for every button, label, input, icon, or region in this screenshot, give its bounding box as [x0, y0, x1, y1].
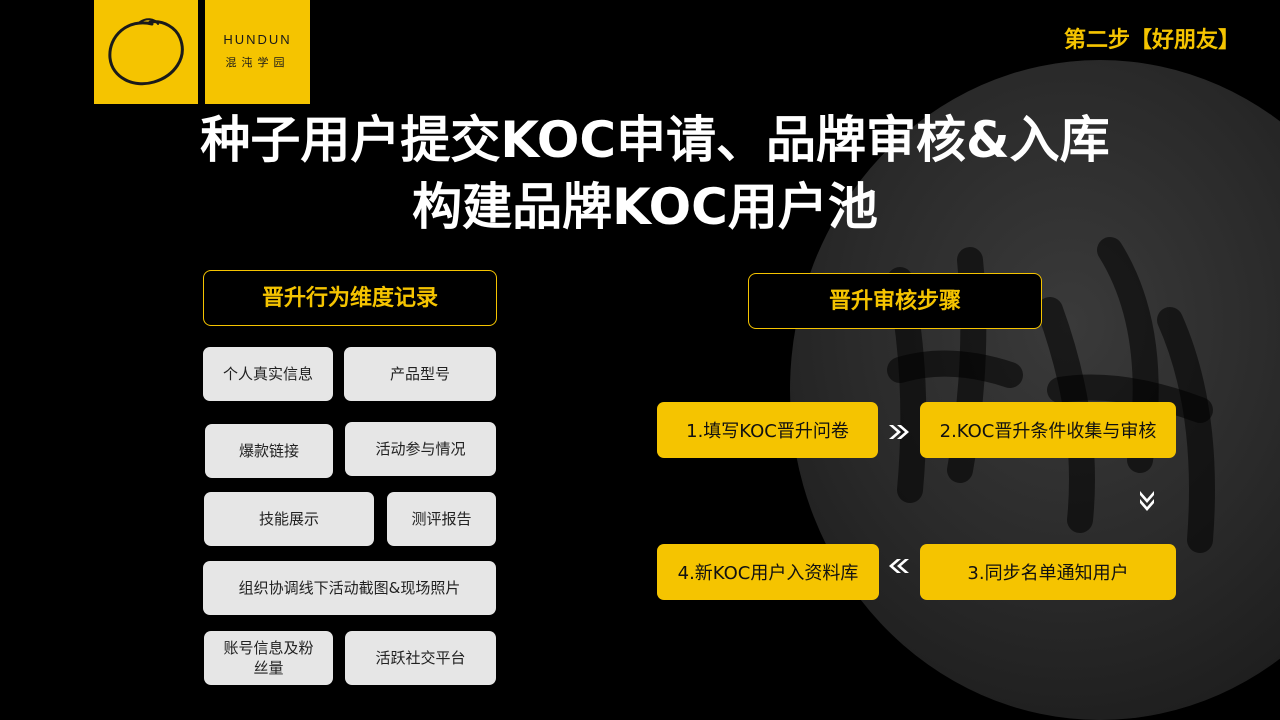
process-step-1: 1.填写KOC晋升问卷 [657, 402, 878, 458]
enso-circle-icon [108, 18, 184, 86]
dimension-chip: 账号信息及粉丝量 [204, 631, 333, 685]
dimension-chip: 爆款链接 [205, 424, 333, 478]
logo-text-en: HUNDUN [223, 32, 292, 47]
slide: HUNDUN 混沌学园 第二步【好朋友】 种子用户提交KOC申请、品牌审核&入库… [0, 0, 1280, 720]
left-section-header: 晋升行为维度记录 [203, 270, 497, 326]
process-step-4: 4.新KOC用户入资料库 [657, 544, 879, 600]
double-chevron-left-icon [889, 559, 909, 573]
dimension-chip: 测评报告 [387, 492, 496, 546]
logo-text-block: HUNDUN 混沌学园 [205, 0, 310, 104]
dimension-chip: 活动参与情况 [345, 422, 496, 476]
dimension-chip: 活跃社交平台 [345, 631, 496, 685]
process-step-3: 3.同步名单通知用户 [920, 544, 1176, 600]
dimension-chip: 产品型号 [344, 347, 496, 401]
page-title-line2: 构建品牌KOC用户池 [412, 178, 878, 236]
double-chevron-down-icon [1140, 491, 1154, 511]
dimension-chip: 组织协调线下活动截图&现场照片 [203, 561, 496, 615]
process-step-2: 2.KOC晋升条件收集与审核 [920, 402, 1176, 458]
step-label: 第二步【好朋友】 [1063, 28, 1240, 53]
logo-mark [94, 0, 198, 104]
right-section-header: 晋升审核步骤 [748, 273, 1042, 329]
page-title-line1: 种子用户提交KOC申请、品牌审核&入库 [200, 111, 1110, 169]
logo-text-cn: 混沌学园 [225, 56, 290, 69]
dimension-chip: 技能展示 [204, 492, 374, 546]
dimension-chip: 个人真实信息 [203, 347, 333, 401]
double-chevron-right-icon [889, 425, 909, 439]
